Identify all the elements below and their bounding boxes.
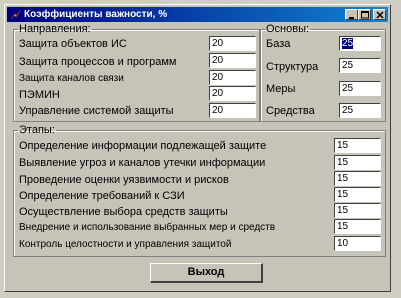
stage-label-4: Определение требований к СЗИ: [19, 190, 185, 202]
stage-field-6[interactable]: 15: [334, 219, 381, 234]
direction-field-processes[interactable]: 20: [209, 53, 256, 68]
stage-field-2[interactable]: 15: [334, 155, 381, 170]
direction-label-objects: Защита объектов ИС: [19, 38, 127, 50]
coefficients-window: Коэффициенты важности, % Направления: За…: [4, 4, 391, 292]
direction-label-channels: Защита каналов связи: [19, 73, 124, 84]
stage-field-3[interactable]: 15: [334, 171, 381, 186]
stage-field-7[interactable]: 10: [334, 236, 381, 251]
basics-legend: Основы:: [266, 23, 310, 35]
stages-legend: Этапы:: [19, 124, 55, 136]
minimize-icon: [349, 17, 354, 19]
stage-label-1: Определение информации подлежащей защите: [19, 140, 267, 152]
direction-field-pemin[interactable]: 20: [209, 86, 256, 101]
title-bar: Коэффициенты важности, %: [7, 7, 388, 22]
window-title: Коэффициенты важности, %: [24, 9, 168, 20]
stage-field-5[interactable]: 15: [334, 203, 381, 218]
close-button[interactable]: [373, 9, 386, 20]
stage-field-1[interactable]: 15: [334, 138, 381, 153]
maximize-icon: [361, 11, 369, 19]
direction-label-processes: Защита процессов и программ: [19, 56, 177, 68]
basics-field-means[interactable]: 25: [339, 103, 381, 118]
stage-label-6: Внедрение и использование выбранных мер …: [19, 222, 276, 233]
stage-field-4[interactable]: 15: [334, 187, 381, 202]
directions-legend: Направления:: [19, 23, 91, 35]
basics-label-means: Средства: [266, 105, 315, 117]
basics-label-measures: Меры: [266, 83, 296, 95]
exit-button[interactable]: Выход: [150, 263, 263, 283]
basics-field-measures[interactable]: 25: [339, 81, 381, 96]
basics-label-base: База: [266, 38, 291, 50]
stage-label-3: Проведение оценки уязвимости и рисков: [19, 174, 229, 186]
direction-field-management[interactable]: 20: [209, 103, 256, 118]
direction-field-objects[interactable]: 20: [209, 36, 256, 51]
maximize-button[interactable]: [358, 9, 371, 20]
direction-label-pemin: ПЭМИН: [19, 89, 60, 101]
stage-label-2: Выявление угроз и каналов утечки информа…: [19, 157, 266, 169]
basics-label-structure: Структура: [266, 61, 319, 73]
direction-field-channels[interactable]: 20: [209, 70, 256, 85]
direction-label-management: Управление системой защиты: [19, 105, 174, 117]
minimize-button[interactable]: [345, 9, 358, 20]
app-icon: [10, 9, 21, 20]
stage-label-5: Осуществление выбора средств защиты: [19, 206, 228, 218]
basics-field-structure[interactable]: 25: [339, 58, 381, 73]
basics-field-base[interactable]: 25: [339, 36, 381, 51]
stage-label-7: Контроль целостности и управления защито…: [19, 239, 232, 250]
close-icon: [376, 11, 384, 19]
